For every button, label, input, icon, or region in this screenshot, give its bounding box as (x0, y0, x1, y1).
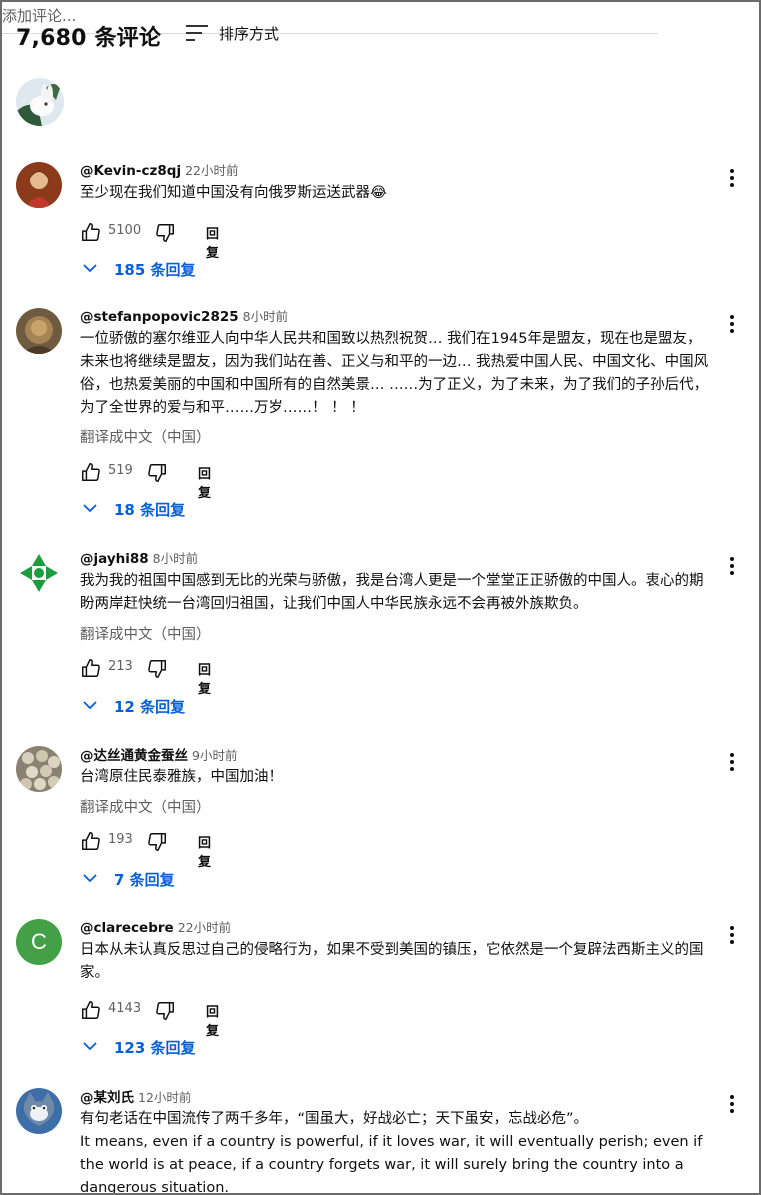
chevron-down-icon (83, 874, 97, 883)
comment-author[interactable]: @stefanpopovic2825 (80, 309, 239, 325)
thumbs-down-icon[interactable] (154, 1000, 176, 1022)
statue-avatar[interactable] (16, 308, 62, 354)
comment-time[interactable]: 22小时前 (178, 920, 231, 935)
replies-count: 18 条回复 (114, 501, 186, 519)
thumbs-up-icon[interactable] (80, 999, 102, 1021)
translate-link[interactable]: 翻译成中文（中国） (80, 796, 211, 817)
comments-panel: 7,680 条评论 排序方式 @Kevin-cz8qj 22小时前 至少现在我们知… (0, 0, 761, 1195)
comment-text: 有句老话在中国流传了两千多年，“国虽大，好战必亡；天下虽安，忘战必危”。 It … (80, 1111, 703, 1195)
cocoons-avatar[interactable] (16, 746, 62, 792)
chevron-down-icon (83, 1042, 97, 1051)
current-user-avatar (16, 78, 64, 126)
thumbs-down-icon[interactable] (146, 831, 168, 853)
comment-author[interactable]: @Kevin-cz8qj (80, 163, 181, 179)
reply-button[interactable]: 回复 (198, 463, 211, 501)
cartoon-cat-avatar[interactable] (16, 1088, 62, 1134)
like-count: 193 (108, 832, 133, 847)
comment-time[interactable]: 8小时前 (153, 551, 198, 566)
comment-author[interactable]: @jayhi88 (80, 551, 149, 567)
thumbs-up-icon[interactable] (80, 221, 102, 243)
thumbs-down-icon[interactable] (146, 462, 168, 484)
more-options-icon[interactable] (722, 166, 742, 190)
translate-link[interactable]: 翻译成中文（中国） (80, 623, 211, 644)
more-options-icon[interactable] (722, 750, 742, 774)
comment-text: 日本从未认真反思过自己的侵略行为，如果不受到美国的镇压，它依然是一个复辟法西斯主… (80, 942, 704, 981)
chevron-down-icon (83, 701, 97, 710)
sort-button[interactable]: 排序方式 (219, 23, 279, 44)
like-count: 4143 (108, 1001, 142, 1016)
translate-link[interactable]: 翻译成中文（中国） (80, 426, 211, 447)
reply-button[interactable]: 回复 (198, 832, 211, 870)
comment-time[interactable]: 8小时前 (243, 309, 288, 324)
green-emblem-avatar[interactable] (16, 550, 62, 596)
thumbs-up-icon[interactable] (80, 461, 102, 483)
chevron-down-icon (83, 264, 97, 273)
comment-time[interactable]: 12小时前 (138, 1090, 191, 1105)
like-count: 213 (108, 659, 133, 674)
replies-count: 185 条回复 (114, 261, 196, 279)
comment-time[interactable]: 9小时前 (192, 748, 237, 763)
comment-time[interactable]: 22小时前 (185, 163, 238, 178)
more-options-icon[interactable] (722, 312, 742, 336)
comment-text: 我为我的祖国中国感到无比的光荣与骄傲，我是台湾人更是一个堂堂正正骄傲的中国人。衷… (80, 573, 704, 612)
comment-text: 至少现在我们知道中国没有向俄罗斯运送武器😂 (80, 185, 387, 201)
thumbs-down-icon[interactable] (154, 222, 176, 244)
more-options-icon[interactable] (722, 923, 742, 947)
comment-author[interactable]: @clarecebre (80, 920, 174, 936)
reply-button[interactable]: 回复 (206, 1001, 219, 1039)
like-count: 5100 (108, 223, 142, 238)
thumbs-up-icon[interactable] (80, 657, 102, 679)
portrait-avatar[interactable] (16, 162, 62, 208)
more-options-icon[interactable] (722, 554, 742, 578)
letter-avatar[interactable]: C (16, 919, 62, 965)
like-count: 519 (108, 463, 133, 478)
replies-count: 7 条回复 (114, 871, 175, 889)
replies-count: 12 条回复 (114, 698, 186, 716)
comment-author[interactable]: @某刘氏 (80, 1090, 134, 1106)
chevron-down-icon (83, 504, 97, 513)
replies-count: 123 条回复 (114, 1039, 196, 1057)
comment-author[interactable]: @达丝通黄金蚕丝 (80, 748, 188, 764)
comment-text: 台湾原住民泰雅族，中国加油！ (80, 769, 283, 785)
reply-button[interactable]: 回复 (206, 223, 219, 261)
comment-text: 一位骄傲的塞尔维亚人向中华人民共和国致以热烈祝贺… 我们在1945年是盟友，现在… (80, 331, 709, 416)
comment-count: 7,680 条评论 (16, 26, 162, 51)
thumbs-down-icon[interactable] (146, 658, 168, 680)
more-options-icon[interactable] (722, 1092, 742, 1116)
sort-icon[interactable] (186, 23, 208, 41)
reply-button[interactable]: 回复 (198, 659, 211, 697)
thumbs-up-icon[interactable] (80, 830, 102, 852)
